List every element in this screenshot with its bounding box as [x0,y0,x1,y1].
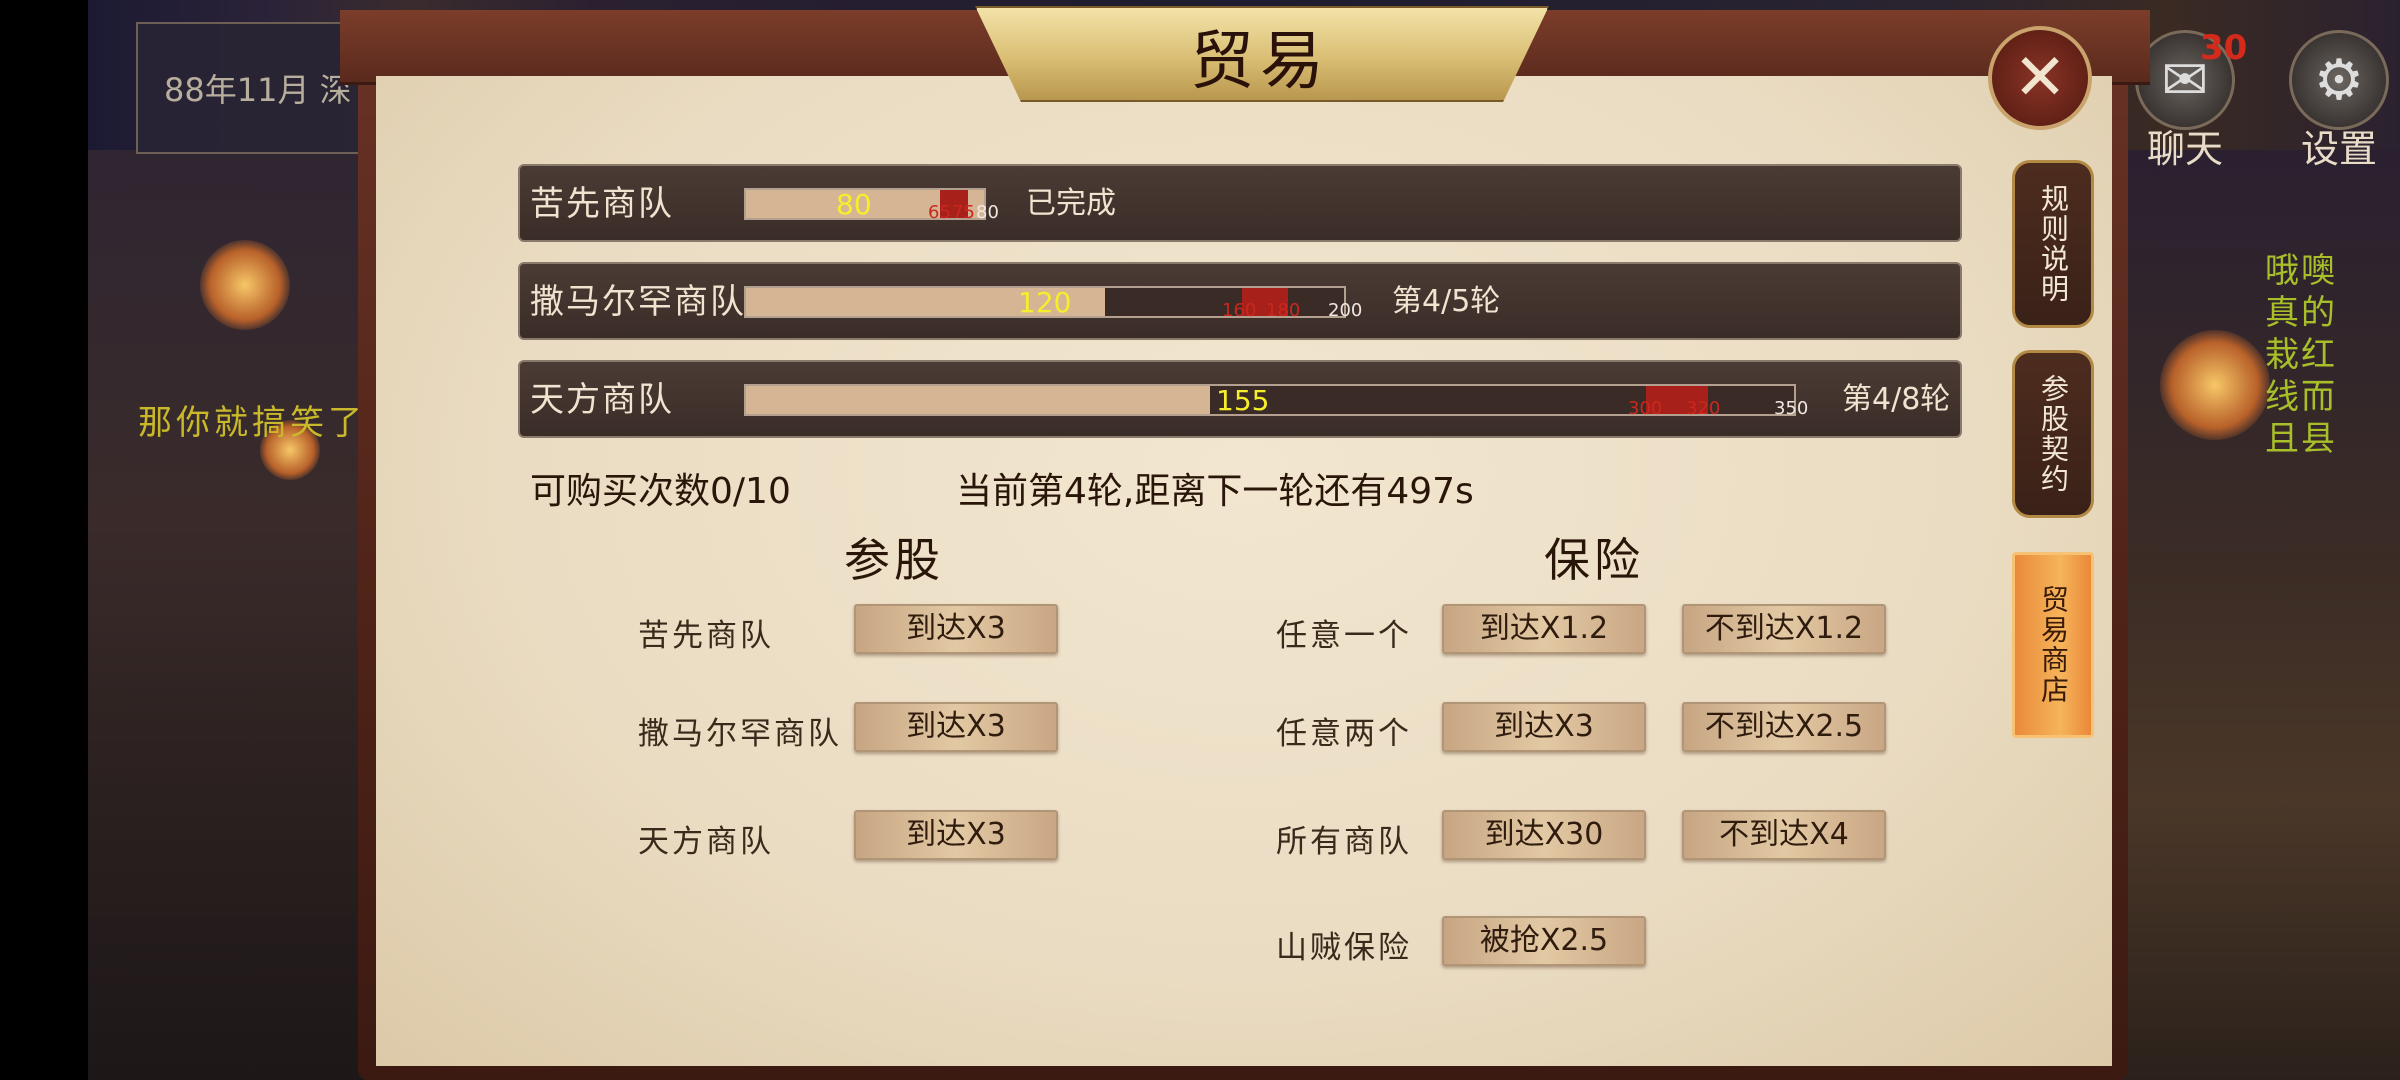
tick-label: 160 [1222,300,1257,321]
close-button[interactable]: ✕ [1988,26,2092,130]
scrolling-chat-text: 那你就搞笑了 [138,403,366,443]
caravan-status: 第4/8轮 [1842,382,1951,417]
insurance-arrive-button[interactable]: 到达X3 [1442,702,1646,752]
gear-icon: ⚙ [2289,30,2389,130]
tick-label: 320 [1686,398,1721,419]
chat-label: 聊天 [2146,127,2223,171]
caravan-status: 第4/5轮 [1392,284,1501,319]
invest-button[interactable]: 到达X3 [854,604,1058,654]
insurance-not-arrive-button[interactable]: 不到达X1.2 [1682,604,1886,654]
invest-button[interactable]: 到达X3 [854,702,1058,752]
insurance-label: 任意一个 [1276,618,1412,654]
tick-label: 80 [976,202,999,223]
tab-investment-contract[interactable]: 参股契约 [2012,350,2094,518]
insurance-label: 山贼保险 [1276,930,1412,966]
progress-value: 120 [1018,286,1072,319]
close-icon: ✕ [2013,41,2067,115]
investment-label: 撒马尔罕商队 [638,716,842,752]
chat-unread-badge: 30 [2200,28,2248,68]
tick-label: 65 [928,202,951,223]
insurance-not-arrive-button[interactable]: 不到达X2.5 [1682,702,1886,752]
caravan-name: 天方商队 [530,380,674,420]
caravan-name: 撒马尔罕商队 [530,282,746,322]
insurance-arrive-button[interactable]: 到达X30 [1442,810,1646,860]
tick-label: 350 [1774,398,1809,419]
insurance-title: 保险 [1544,533,1644,587]
caravan-row: 苦先商队 80 65 75 80 已完成 [518,164,1962,242]
tick-label: 75 [952,202,975,223]
round-timer: 当前第4轮,距离下一轮还有497s [956,471,1474,512]
lantern-icon [2160,330,2270,440]
tab-trade-shop[interactable]: 贸易商店 [2012,552,2094,738]
tick-label: 200 [1328,300,1363,321]
progress-value: 80 [836,188,872,221]
purchase-count: 可购买次数0/10 [530,471,791,512]
settings-button[interactable]: ⚙ 设置 [2284,30,2394,173]
tab-rules[interactable]: 规则说明 [2012,160,2094,328]
progress-fill [746,386,1211,414]
caravan-row: 天方商队 155 300 320 350 第4/8轮 [518,360,1962,438]
tick-label: 300 [1628,398,1663,419]
lantern-icon [200,240,290,330]
caravan-row: 撒马尔罕商队 120 160 180 200 第4/5轮 [518,262,1962,340]
bandit-insurance-button[interactable]: 被抢X2.5 [1442,916,1646,966]
panel-title: 贸易 [1190,25,1330,99]
invest-button[interactable]: 到达X3 [854,810,1058,860]
insurance-arrive-button[interactable]: 到达X1.2 [1442,604,1646,654]
settings-label: 设置 [2300,127,2377,171]
scrolling-chat-text-right: 哦噢真的栽红线而且县 [2265,251,2337,459]
investment-label: 苦先商队 [638,618,774,654]
investment-title: 参股 [844,533,944,587]
insurance-label: 任意两个 [1276,716,1412,752]
insurance-not-arrive-button[interactable]: 不到达X4 [1682,810,1886,860]
tick-label: 180 [1266,300,1301,321]
investment-label: 天方商队 [638,824,774,860]
progress-value: 155 [1216,384,1270,417]
insurance-label: 所有商队 [1276,824,1412,860]
caravan-status: 已完成 [1026,186,1116,221]
caravan-name: 苦先商队 [530,184,674,224]
